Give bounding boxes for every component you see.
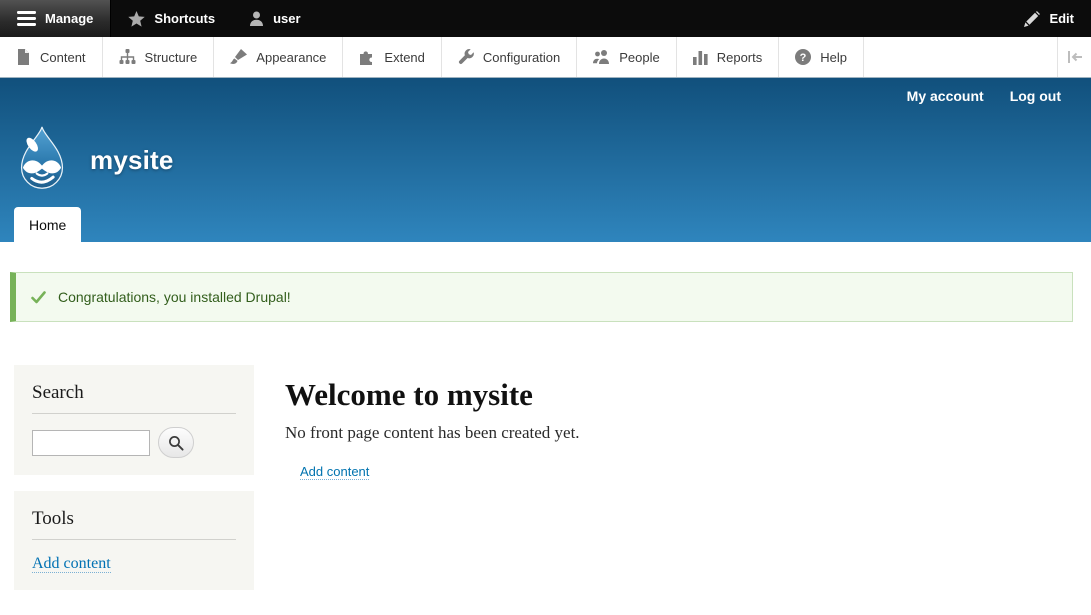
sidebar-add-content-link[interactable]: Add content bbox=[32, 555, 111, 573]
tools-block: Tools Add content bbox=[14, 491, 254, 590]
toolbar-tab-structure[interactable]: Structure bbox=[103, 37, 215, 77]
toolbar-tab-reports[interactable]: Reports bbox=[677, 37, 780, 77]
toolbar-tab-content[interactable]: Content bbox=[0, 37, 103, 77]
search-block: Search bbox=[14, 365, 254, 475]
toolbar-tray-spacer bbox=[864, 37, 1057, 77]
toolbar-tab-label: Content bbox=[40, 50, 86, 65]
edit-button[interactable]: Edit bbox=[1007, 0, 1091, 37]
puzzle-icon bbox=[359, 49, 375, 65]
admin-bar-item-label: Shortcuts bbox=[154, 11, 215, 26]
checkmark-icon bbox=[31, 291, 46, 304]
admin-bar-item-label: user bbox=[273, 11, 300, 26]
pencil-icon bbox=[1024, 11, 1040, 27]
log-out-link[interactable]: Log out bbox=[1010, 88, 1061, 104]
toolbar-tab-label: Help bbox=[820, 50, 847, 65]
my-account-link[interactable]: My account bbox=[907, 88, 984, 104]
toolbar-tab-label: Reports bbox=[717, 50, 763, 65]
main-add-content-link[interactable]: Add content bbox=[300, 464, 369, 480]
edit-button-label: Edit bbox=[1049, 11, 1074, 26]
sitemap-icon bbox=[119, 49, 136, 65]
star-icon bbox=[128, 11, 145, 27]
status-message-text: Congratulations, you installed Drupal! bbox=[58, 289, 291, 305]
secondary-menu: My account Log out bbox=[907, 88, 1061, 104]
toolbar-tab-label: Appearance bbox=[256, 50, 326, 65]
admin-bar-item-manage[interactable]: Manage bbox=[0, 0, 111, 37]
toolbar-tab-label: Structure bbox=[145, 50, 198, 65]
admin-bar-spacer bbox=[318, 0, 1008, 37]
person-icon bbox=[249, 11, 264, 27]
site-name[interactable]: mysite bbox=[90, 145, 174, 176]
question-icon: ? bbox=[795, 49, 811, 65]
page-layout: Search Tools Add content Welcome to mysi… bbox=[0, 365, 1091, 590]
toolbar-tab-help[interactable]: ? Help bbox=[779, 37, 864, 77]
search-block-title: Search bbox=[32, 382, 236, 414]
people-icon bbox=[593, 49, 610, 65]
page-title: Welcome to mysite bbox=[285, 375, 580, 415]
collapse-left-icon[interactable] bbox=[1057, 37, 1091, 77]
toolbar-tab-label: People bbox=[619, 50, 659, 65]
admin-bar-item-label: Manage bbox=[45, 11, 93, 26]
empty-frontpage-text: No front page content has been created y… bbox=[285, 423, 580, 443]
bar-chart-icon bbox=[693, 49, 708, 65]
status-message: Congratulations, you installed Drupal! bbox=[10, 272, 1073, 322]
search-submit-button[interactable] bbox=[158, 427, 194, 458]
sidebar: Search Tools Add content bbox=[14, 365, 254, 590]
drupal-logo[interactable] bbox=[13, 126, 71, 195]
file-icon bbox=[16, 49, 31, 65]
tools-block-title: Tools bbox=[32, 508, 236, 540]
search-input[interactable] bbox=[32, 430, 150, 456]
wrench-icon bbox=[458, 49, 474, 65]
toolbar-tab-people[interactable]: People bbox=[577, 37, 676, 77]
toolbar-tab-label: Extend bbox=[384, 50, 424, 65]
site-branding: mysite bbox=[13, 126, 174, 195]
admin-bar-item-user[interactable]: user bbox=[232, 0, 317, 37]
admin-bar-item-shortcuts[interactable]: Shortcuts bbox=[111, 0, 232, 37]
toolbar-tab-extend[interactable]: Extend bbox=[343, 37, 441, 77]
site-header: My account Log out mysite Home bbox=[0, 78, 1091, 242]
toolbar-tray: Content Structure Appearance Extend Conf… bbox=[0, 37, 1091, 78]
hamburger-icon bbox=[17, 11, 36, 26]
main-content: Welcome to mysite No front page content … bbox=[285, 365, 580, 590]
tab-home[interactable]: Home bbox=[14, 207, 81, 242]
search-form bbox=[32, 427, 236, 458]
admin-toolbar: Manage Shortcuts user Edit bbox=[0, 0, 1091, 37]
toolbar-tab-appearance[interactable]: Appearance bbox=[214, 37, 343, 77]
toolbar-tab-label: Configuration bbox=[483, 50, 560, 65]
toolbar-tab-configuration[interactable]: Configuration bbox=[442, 37, 577, 77]
paintbrush-icon bbox=[230, 49, 247, 65]
svg-text:?: ? bbox=[800, 52, 807, 64]
magnifier-icon bbox=[168, 435, 184, 451]
